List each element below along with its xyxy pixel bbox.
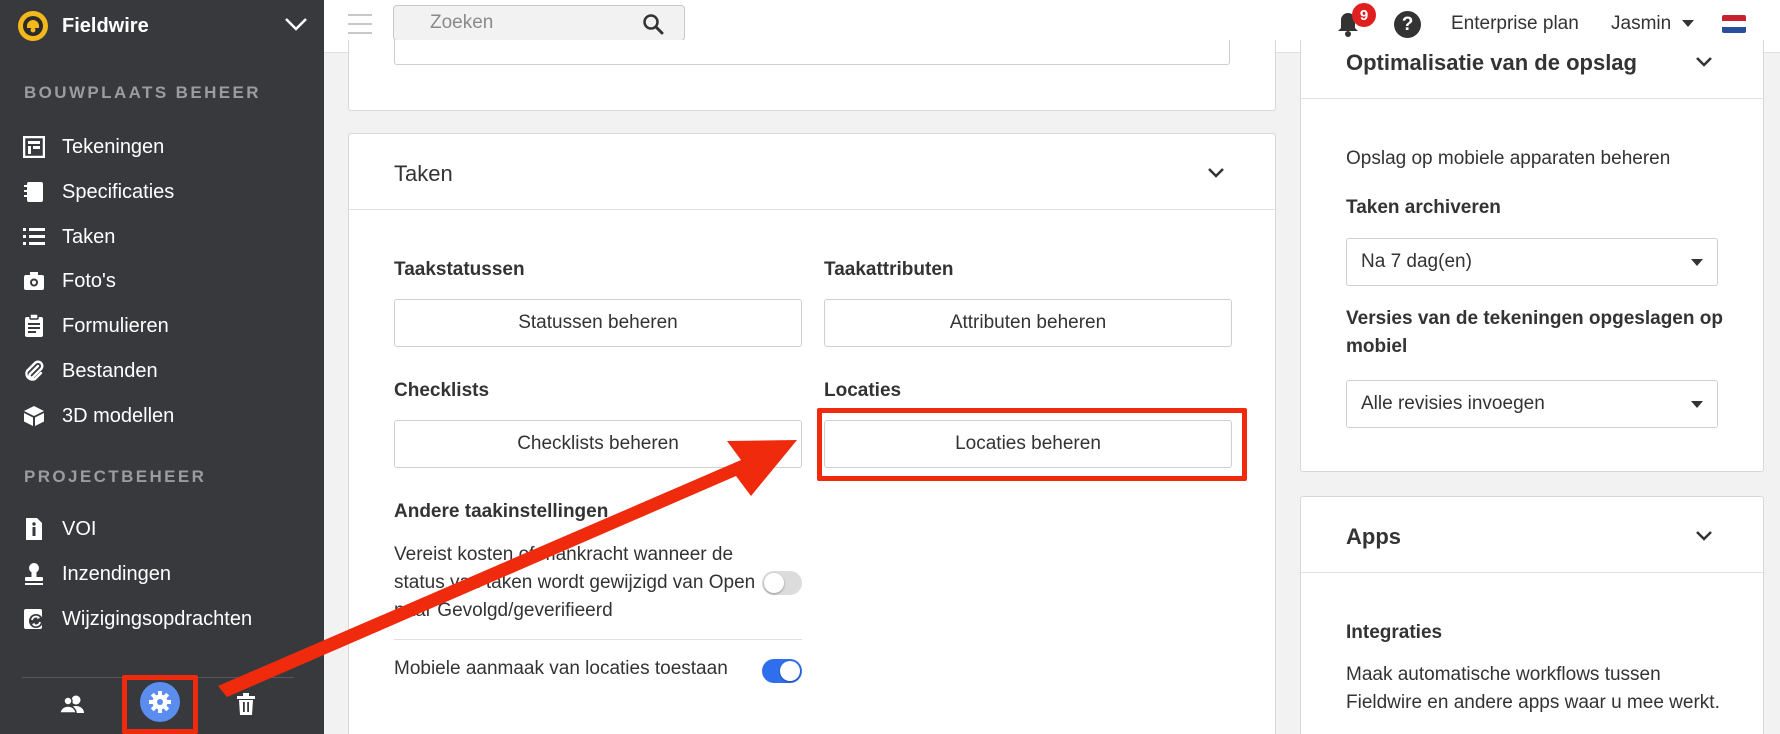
clipboard-icon — [22, 314, 46, 338]
manage-statuses-button[interactable]: Statussen beheren — [394, 299, 802, 347]
manage-attributes-button[interactable]: Attributen beheren — [824, 299, 1232, 347]
select-value: Alle revisies invoegen — [1361, 393, 1545, 414]
sidebar-item-bestanden[interactable]: Bestanden — [22, 354, 312, 388]
card-title: Optimalisatie van de opslag — [1346, 50, 1637, 75]
project-switcher[interactable]: Fieldwire — [18, 10, 307, 42]
task-statuses-label: Taakstatussen — [394, 259, 525, 280]
manage-locations-button[interactable]: Locaties beheren — [824, 420, 1232, 468]
sidebar-item-label: VOI — [62, 517, 97, 540]
divider — [349, 209, 1275, 210]
sidebar-item-label: Wijzigingsopdrachten — [62, 607, 253, 630]
sidebar-item-specificaties[interactable]: Specificaties — [22, 175, 312, 209]
trash-button[interactable] — [224, 688, 268, 724]
caret-down-icon — [1691, 259, 1703, 266]
sidebar-item-label: Foto's — [62, 269, 116, 292]
caret-down-icon — [1682, 20, 1695, 28]
sidebar-item-label: Specificaties — [62, 180, 175, 203]
cube-icon — [22, 404, 46, 428]
chevron-down-icon[interactable] — [1695, 529, 1713, 547]
caret-down-icon — [1691, 401, 1703, 408]
sidebar-item-3d-modellen[interactable]: 3D modellen — [22, 399, 312, 433]
camera-icon — [22, 269, 46, 293]
divider — [1301, 572, 1763, 573]
user-menu[interactable]: Jasmin — [1611, 13, 1695, 35]
section-heading-project: PROJECTBEHEER — [24, 467, 207, 486]
manage-checklists-button[interactable]: Checklists beheren — [394, 420, 802, 468]
archive-tasks-select[interactable]: Na 7 dag(en) — [1346, 238, 1718, 286]
chevron-down-icon[interactable] — [284, 16, 308, 37]
checklists-label: Checklists — [394, 380, 490, 401]
sidebar-item-label: Bestanden — [62, 359, 158, 382]
sidebar-item-fotos[interactable]: Foto's — [22, 264, 312, 298]
require-costs-text: Vereist kosten of mankracht wanneer de s… — [394, 544, 756, 621]
section-heading-site: BOUWPLAATS BEHEER — [24, 83, 261, 102]
integrations-text: Maak automatische workflows tussen Field… — [1346, 664, 1720, 713]
mobile-locations-text: Mobiele aanmaak van locaties toestaan — [394, 658, 728, 679]
sidebar-item-label: 3D modellen — [62, 404, 175, 427]
plan-link[interactable]: Enterprise plan — [1451, 13, 1579, 35]
divider — [394, 639, 802, 640]
people-icon — [59, 694, 85, 719]
paperclip-icon — [22, 359, 46, 383]
storage-optimization-card: Optimalisatie van de opslag Opslag op mo… — [1300, 40, 1764, 472]
notebook-icon — [22, 180, 46, 204]
other-task-settings-label: Andere taakinstellingen — [394, 501, 609, 522]
select-value: Na 7 dag(en) — [1361, 251, 1472, 272]
divider — [1301, 98, 1763, 99]
sidebar-item-label: Tekeningen — [62, 135, 165, 158]
apps-card: Apps Integraties Maak automatische workf… — [1300, 496, 1764, 734]
drawing-versions-select[interactable]: Alle revisies invoegen — [1346, 380, 1718, 428]
search-icon[interactable] — [642, 13, 664, 40]
require-costs-toggle[interactable] — [762, 571, 802, 595]
search-box — [393, 5, 685, 41]
sidebar-item-wijzigingsopdrachten[interactable]: Wijzigingsopdrachten — [22, 602, 312, 636]
fieldwire-logo-icon — [18, 11, 48, 41]
integrations-label: Integraties — [1346, 622, 1443, 643]
archive-tasks-label: Taken archiveren — [1346, 197, 1501, 218]
sidebar-item-tekeningen[interactable]: Tekeningen — [22, 130, 312, 164]
task-attributes-label: Taakattributen — [824, 259, 954, 280]
divider — [22, 677, 294, 678]
brand-name: Fieldwire — [62, 14, 149, 37]
notification-badge: 9 — [1352, 3, 1376, 27]
change-order-icon — [22, 607, 46, 631]
sidebar-item-label: Inzendingen — [62, 562, 171, 585]
sidebar-item-taken[interactable]: Taken — [22, 220, 312, 254]
stamp-icon — [22, 562, 46, 586]
sidebar-item-inzendingen[interactable]: Inzendingen — [22, 557, 312, 591]
chevron-down-icon[interactable] — [1695, 55, 1713, 73]
locations-label: Locaties — [824, 380, 902, 401]
card-title: Apps — [1346, 524, 1401, 549]
sidebar: Fieldwire BOUWPLAATS BEHEER Tekeningen S… — [0, 0, 324, 734]
toggle-knob — [764, 573, 784, 593]
chevron-down-icon[interactable] — [1207, 166, 1225, 184]
info-doc-icon — [22, 517, 46, 541]
card-title: Taken — [394, 161, 453, 186]
gear-icon — [140, 682, 180, 722]
sidebar-item-formulieren[interactable]: Formulieren — [22, 309, 312, 343]
previous-field — [394, 40, 1230, 65]
list-icon — [22, 225, 46, 249]
menu-icon[interactable] — [348, 14, 372, 41]
storage-description: Opslag op mobiele apparaten beheren — [1346, 148, 1671, 169]
flag-nl-icon[interactable] — [1722, 15, 1746, 33]
settings-button[interactable] — [138, 682, 182, 722]
help-icon[interactable]: ? — [1394, 11, 1421, 38]
sidebar-item-label: Taken — [62, 225, 116, 248]
sidebar-item-voi[interactable]: VOI — [22, 512, 312, 546]
tasks-settings-card: Taken Taakstatussen Statussen beheren Ta… — [348, 133, 1276, 734]
drawing-versions-label: Versies van de tekeningen opgeslagen op … — [1346, 308, 1723, 357]
toggle-knob — [780, 661, 800, 681]
people-button[interactable] — [50, 688, 94, 724]
sidebar-item-label: Formulieren — [62, 314, 169, 337]
search-input[interactable] — [394, 6, 644, 40]
previous-card — [348, 40, 1276, 111]
mobile-locations-toggle[interactable] — [762, 659, 802, 683]
trash-icon — [236, 692, 256, 720]
drawing-icon — [22, 135, 46, 159]
user-name: Jasmin — [1611, 13, 1672, 34]
